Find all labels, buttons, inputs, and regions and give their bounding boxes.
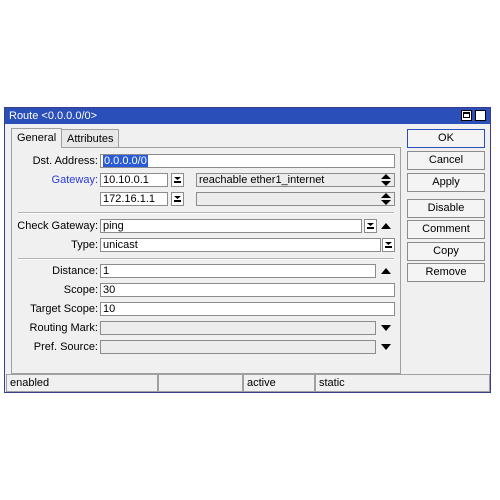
expand-down-icon[interactable]: [380, 321, 392, 335]
gateway-label[interactable]: Gateway:: [12, 173, 98, 187]
type-select[interactable]: unicast: [100, 238, 381, 252]
pref-source-input[interactable]: [100, 340, 376, 354]
expand-down-icon[interactable]: [380, 340, 392, 354]
status-enabled: enabled: [6, 374, 158, 392]
pref-source-label: Pref. Source:: [33, 341, 98, 353]
distance-input[interactable]: 1: [100, 264, 376, 278]
gateway-status-2: [196, 192, 395, 206]
target-scope-input[interactable]: 10: [100, 302, 395, 316]
separator: [18, 258, 394, 260]
tab-general[interactable]: General: [11, 128, 63, 148]
tab-attributes[interactable]: Attributes: [61, 129, 120, 147]
close-icon[interactable]: ×: [475, 110, 486, 121]
apply-button[interactable]: Apply: [407, 173, 485, 192]
maximize-icon[interactable]: [461, 110, 472, 121]
ok-button[interactable]: OK: [407, 129, 485, 148]
gateway-input-2[interactable]: 172.16.1.1: [100, 192, 168, 206]
updown-arrows-icon[interactable]: [380, 192, 392, 206]
route-window: Route <0.0.0.0/0> × General Attributes D…: [4, 107, 491, 393]
status-cell-empty: [158, 374, 243, 392]
window-title: Route <0.0.0.0/0>: [9, 110, 98, 122]
target-scope-label: Target Scope:: [30, 303, 98, 315]
scope-input[interactable]: 30: [100, 283, 395, 297]
dropdown-icon: [367, 223, 374, 229]
scope-label: Scope:: [63, 284, 98, 296]
distance-label: Distance:: [52, 265, 98, 277]
copy-button[interactable]: Copy: [407, 242, 485, 261]
dst-address-input[interactable]: 0.0.0.0/0: [100, 154, 395, 168]
separator: [18, 212, 394, 214]
cancel-button[interactable]: Cancel: [407, 151, 485, 170]
updown-arrows-icon: [174, 177, 181, 183]
gateway-dropdown-2[interactable]: [171, 192, 184, 206]
routing-mark-label: Routing Mark:: [29, 322, 98, 334]
disable-button[interactable]: Disable: [407, 199, 485, 218]
status-static: static: [315, 374, 490, 392]
check-gateway-select[interactable]: ping: [100, 219, 362, 233]
title-bar[interactable]: Route <0.0.0.0/0> ×: [5, 108, 490, 124]
routing-mark-input[interactable]: [100, 321, 376, 335]
type-dropdown[interactable]: [382, 238, 395, 252]
updown-arrows-icon: [174, 196, 181, 202]
type-label: Type:: [71, 239, 98, 251]
dst-address-label: Dst. Address:: [32, 155, 98, 167]
collapse-up-icon[interactable]: [380, 264, 392, 278]
collapse-up-icon[interactable]: [380, 219, 392, 233]
gateway-status-1: reachable ether1_internet: [196, 173, 395, 187]
updown-arrows-icon[interactable]: [380, 173, 392, 187]
status-active: active: [243, 374, 315, 392]
check-gateway-label: Check Gateway:: [17, 220, 98, 232]
dst-address-value: 0.0.0.0/0: [103, 155, 148, 167]
dropdown-icon: [385, 242, 392, 248]
general-panel: Dst. Address: 0.0.0.0/0 Gateway: 10.10.0…: [11, 147, 401, 374]
check-gateway-dropdown[interactable]: [364, 219, 377, 233]
comment-button[interactable]: Comment: [407, 220, 485, 239]
gateway-dropdown-1[interactable]: [171, 173, 184, 187]
gateway-input-1[interactable]: 10.10.0.1: [100, 173, 168, 187]
remove-button[interactable]: Remove: [407, 263, 485, 282]
